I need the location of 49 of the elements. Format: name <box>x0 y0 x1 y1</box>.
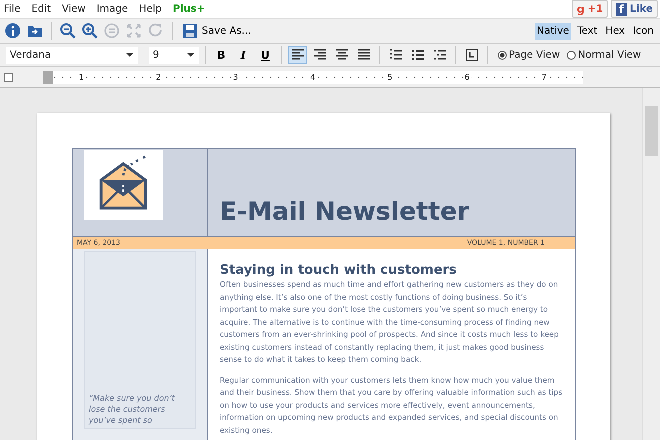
menu-item[interactable]: Edit <box>32 4 52 14</box>
ruler-number: 2 <box>155 72 162 82</box>
menu-item[interactable]: File <box>4 4 21 14</box>
ruler-number: 3 <box>232 72 240 82</box>
menu-item[interactable]: Image <box>96 4 128 14</box>
tab-stop-icon[interactable] <box>4 72 13 82</box>
bullet-list-icon <box>410 49 424 61</box>
vertical-scrollbar[interactable] <box>642 88 660 440</box>
view-tab[interactable]: Icon <box>631 22 656 40</box>
menu-item[interactable]: Help <box>139 4 162 14</box>
align-center-icon <box>334 49 348 61</box>
view-mode-radio[interactable]: Normal View <box>567 50 642 60</box>
style-icon <box>464 49 478 61</box>
view-tab[interactable]: Native <box>535 22 572 40</box>
newsletter-title: E-Mail Newsletter <box>220 197 470 226</box>
align-left-icon <box>290 49 304 61</box>
caret-icon <box>187 53 195 57</box>
align-left-button[interactable] <box>288 46 307 64</box>
ruler-number: 1 <box>78 72 86 82</box>
ruler-number: 5 <box>386 72 394 82</box>
save-as-button[interactable]: Save As... <box>180 23 254 39</box>
scroll-thumb[interactable] <box>645 106 658 156</box>
bold-button[interactable]: B <box>212 46 231 64</box>
ruler[interactable]: 1 2 3 4 5 6 7 <box>43 70 583 84</box>
numbered-list-icon <box>388 49 402 61</box>
caret-icon <box>126 53 134 57</box>
italic-button[interactable]: I <box>234 46 253 64</box>
ruler-number: 4 <box>309 72 317 82</box>
article-heading: Staying in touch with customers <box>220 263 458 278</box>
pull-quote: “Make sure you don’t lose the customers you’ve spent so <box>89 393 176 426</box>
zoom-out-icon[interactable] <box>59 22 77 40</box>
underline-button[interactable]: U <box>256 46 275 64</box>
font-size-dropdown[interactable]: 9 <box>149 46 199 64</box>
ruler-number: 7 <box>540 72 548 82</box>
view-tab[interactable]: Text <box>575 22 600 40</box>
envelope-icon <box>84 150 163 220</box>
ruler-number: 6 <box>464 72 471 82</box>
menu-item[interactable]: View <box>62 4 86 14</box>
like-button[interactable]: f Like <box>611 0 658 18</box>
justify-icon <box>356 49 370 61</box>
plus-one-button[interactable]: g +1 <box>572 0 608 18</box>
multilevel-list-icon <box>432 49 446 61</box>
align-right-icon <box>312 49 326 61</box>
font-dropdown[interactable]: Verdana <box>6 46 138 64</box>
info-icon[interactable] <box>4 22 22 40</box>
plus-menu[interactable]: Plus+ <box>172 4 206 14</box>
zoom-in-icon[interactable] <box>81 22 99 40</box>
view-mode-radio[interactable]: Page View <box>498 50 560 60</box>
view-tab[interactable]: Hex <box>604 22 628 40</box>
